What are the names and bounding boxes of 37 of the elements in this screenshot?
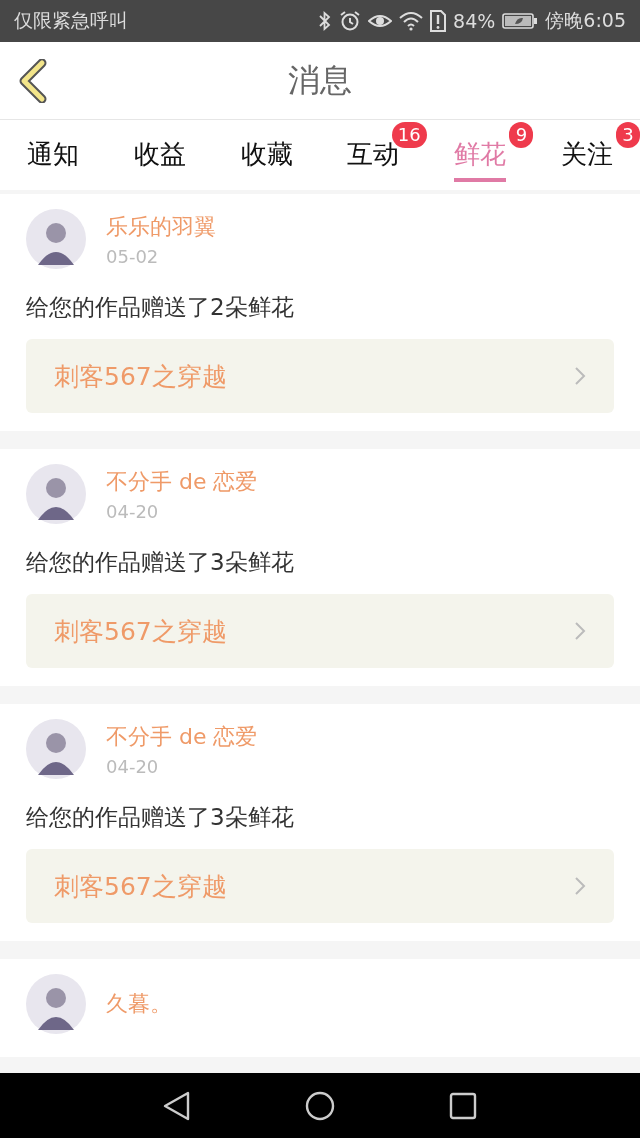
user-name[interactable]: 不分手 de 恋爱 bbox=[106, 721, 258, 752]
page-title: 消息 bbox=[288, 59, 352, 101]
message-date: 04-20 bbox=[106, 755, 160, 777]
home-icon[interactable] bbox=[305, 1090, 335, 1121]
sim-alert-icon bbox=[430, 10, 447, 32]
work-link[interactable]: 刺客567之穿越 bbox=[26, 339, 614, 413]
carrier-text: 仅限紧急呼叫 bbox=[14, 8, 128, 33]
chevron-right-icon bbox=[574, 366, 586, 386]
user-name[interactable]: 乐乐的羽翼 bbox=[106, 211, 216, 242]
chevron-right-icon bbox=[574, 876, 586, 896]
user-name[interactable]: 不分手 de 恋爱 bbox=[106, 466, 258, 497]
message-text: 给您的作品赠送了3朵鲜花 bbox=[26, 803, 295, 832]
recent-apps-icon[interactable] bbox=[449, 1091, 477, 1120]
work-link[interactable]: 刺客567之穿越 bbox=[26, 849, 614, 923]
tab[interactable]: 关注 bbox=[560, 127, 613, 183]
battery-percent: 84% bbox=[453, 10, 496, 32]
message-text: 给您的作品赠送了2朵鲜花 bbox=[26, 293, 295, 322]
message-date: 04-20 bbox=[106, 500, 160, 522]
alarm-icon bbox=[339, 10, 362, 32]
message-date: 05-02 bbox=[106, 245, 160, 267]
tab[interactable]: 收益 bbox=[134, 127, 186, 183]
user-name[interactable]: 久暮。 bbox=[106, 989, 172, 1019]
tab[interactable]: 收藏 bbox=[240, 127, 293, 183]
message-text: 给您的作品赠送了3朵鲜花 bbox=[26, 548, 295, 577]
tab[interactable]: 鲜花 bbox=[454, 127, 506, 183]
tab[interactable]: 通知 bbox=[27, 127, 80, 183]
chevron-right-icon bbox=[574, 621, 586, 641]
count-badge: 3 bbox=[616, 122, 640, 148]
count-badge: 9 bbox=[509, 122, 534, 148]
clock: 傍晚6:05 bbox=[545, 8, 626, 33]
work-link[interactable]: 刺客567之穿越 bbox=[26, 594, 614, 668]
battery-icon bbox=[502, 12, 539, 30]
wifi-icon bbox=[399, 11, 424, 31]
bluetooth-icon bbox=[318, 11, 333, 31]
back-icon[interactable] bbox=[18, 59, 48, 103]
eye-icon bbox=[368, 12, 393, 30]
count-badge: 16 bbox=[391, 122, 427, 148]
